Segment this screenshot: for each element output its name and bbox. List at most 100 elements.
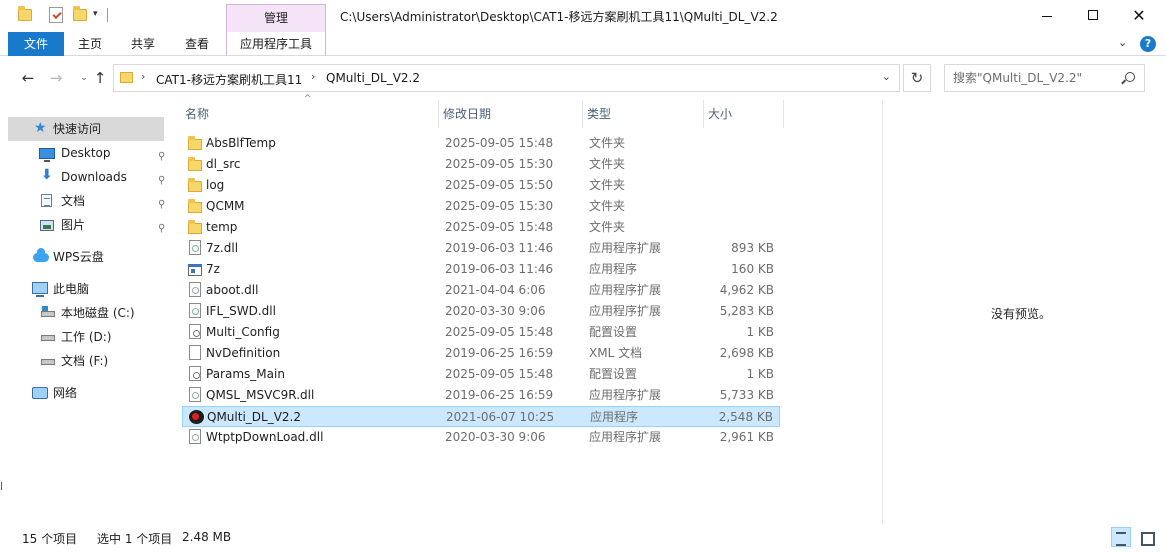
file-row[interactable]: dl_src 2025-09-05 15:30 文件夹 bbox=[182, 154, 780, 175]
sidebar-item-drive-d[interactable]: 工作 (D:) bbox=[8, 325, 164, 349]
search-box[interactable] bbox=[944, 64, 1145, 92]
maximize-button[interactable] bbox=[1070, 0, 1116, 32]
file-row[interactable]: NvDefinition 2019-06-25 16:59 XML 文档 2,698 … bbox=[182, 343, 780, 364]
details-view-icon[interactable] bbox=[1111, 527, 1131, 547]
help-icon[interactable]: ? bbox=[1140, 36, 1156, 52]
sidebar-item-desktop[interactable]: Desktop ⚲ bbox=[8, 141, 165, 165]
file-date: 2021-06-07 10:25 bbox=[446, 410, 555, 424]
properties-icon[interactable] bbox=[49, 7, 63, 23]
forward-button[interactable]: → bbox=[46, 69, 66, 87]
file-row[interactable]: AbsBlfTemp 2025-09-05 15:48 文件夹 bbox=[182, 133, 780, 154]
tab-home[interactable]: 主页 bbox=[72, 32, 108, 56]
cloud-icon bbox=[33, 248, 49, 262]
file-row[interactable]: 7z 2019-06-03 11:46 应用程序 160 KB bbox=[182, 259, 780, 280]
tab-file[interactable]: 文件 bbox=[8, 32, 64, 56]
refresh-button[interactable]: ↻ bbox=[903, 64, 931, 92]
file-name: log bbox=[206, 178, 225, 192]
tab-application-tools[interactable]: 应用程序工具 bbox=[226, 32, 326, 56]
context-tab-manage: 管理 bbox=[226, 4, 326, 32]
tab-view[interactable]: 查看 bbox=[176, 32, 218, 56]
sidebar-item-drive-c[interactable]: 本地磁盘 (C:) bbox=[8, 301, 164, 325]
large-icons-view-icon[interactable] bbox=[1136, 527, 1156, 547]
maximize-icon bbox=[1088, 10, 1098, 20]
address-bar[interactable]: › CAT1-移远方案刷机工具11 › QMulti_DL_V2.2 ⌄ bbox=[113, 64, 900, 92]
sidebar-item-this-pc[interactable]: 此电脑 bbox=[8, 277, 164, 301]
file-size: 2,961 KB bbox=[719, 430, 774, 444]
file-date: 2025-09-05 15:48 bbox=[445, 136, 554, 150]
search-input[interactable] bbox=[953, 70, 1118, 86]
breadcrumb-separator-icon[interactable]: › bbox=[311, 70, 315, 83]
config-file-icon bbox=[189, 366, 201, 381]
file-name: 7z.dll bbox=[206, 241, 239, 255]
folder-icon[interactable] bbox=[18, 6, 32, 21]
file-row[interactable]: temp 2025-09-05 15:48 文件夹 bbox=[182, 217, 780, 238]
search-icon[interactable] bbox=[1125, 72, 1135, 82]
file-type: 应用程序扩展 bbox=[589, 430, 662, 444]
pin-icon[interactable]: ⚲ bbox=[158, 217, 165, 241]
file-size: 5,733 KB bbox=[719, 388, 774, 402]
sidebar-item-quick-access[interactable]: ★ 快速访问 bbox=[8, 117, 164, 141]
file-row[interactable]: Multi_Config 2025-09-05 15:48 配置设置 1 KB bbox=[182, 322, 780, 343]
sidebar-item-network[interactable]: 网络 bbox=[8, 381, 164, 405]
up-button[interactable]: ↑ bbox=[90, 69, 110, 87]
file-row[interactable]: 7z.dll 2019-06-03 11:46 应用程序扩展 893 KB bbox=[182, 238, 780, 259]
file-date: 2025-09-05 15:48 bbox=[445, 220, 554, 234]
quick-access-dropdown-icon[interactable]: ▾ bbox=[93, 9, 98, 19]
sidebar-item-label: WPS云盘 bbox=[53, 250, 104, 264]
refresh-icon: ↻ bbox=[910, 69, 924, 87]
column-header-size[interactable]: 大小 bbox=[705, 100, 784, 128]
file-date: 2019-06-03 11:46 bbox=[445, 241, 554, 255]
column-header-type[interactable]: 类型 bbox=[584, 100, 704, 128]
file-type: 应用程序扩展 bbox=[589, 304, 662, 318]
file-date: 2019-06-03 11:46 bbox=[445, 262, 554, 276]
folder-icon bbox=[188, 136, 202, 150]
sidebar-item-documents[interactable]: 文档 ⚲ bbox=[8, 189, 165, 213]
file-size: 5,283 KB bbox=[719, 304, 774, 318]
back-button[interactable]: ← bbox=[18, 69, 38, 87]
status-item-count: 15 个项目 bbox=[22, 532, 78, 546]
folder-icon bbox=[188, 220, 202, 234]
file-row[interactable]: log 2025-09-05 15:50 文件夹 bbox=[182, 175, 780, 196]
breadcrumb-item[interactable]: QMulti_DL_V2.2 bbox=[326, 71, 420, 85]
file-name: QMSL_MSVC9R.dll bbox=[206, 388, 315, 402]
file-row[interactable]: QMulti_DL_V2.2 2021-06-07 10:25 应用程序 2,548 … bbox=[182, 406, 780, 427]
minimize-button[interactable] bbox=[1024, 0, 1070, 32]
file-name: 7z bbox=[206, 262, 220, 276]
file-size: 2,698 KB bbox=[719, 346, 774, 360]
file-name: WtptpDownLoad.dll bbox=[206, 430, 324, 444]
breadcrumb-item[interactable]: CAT1-移远方案刷机工具11 bbox=[156, 71, 302, 88]
file-date: 2021-04-04 6:06 bbox=[445, 283, 546, 297]
file-size: 160 KB bbox=[731, 262, 774, 276]
dll-icon bbox=[189, 240, 201, 255]
file-icon bbox=[189, 345, 201, 360]
toolbar-divider bbox=[107, 8, 108, 22]
close-button[interactable]: ✕ bbox=[1116, 0, 1162, 32]
sidebar-item-drive-f[interactable]: 文档 (F:) bbox=[8, 349, 164, 373]
file-row[interactable]: Params_Main 2025-09-05 15:48 配置设置 1 KB bbox=[182, 364, 780, 385]
tab-share[interactable]: 共享 bbox=[122, 32, 164, 56]
sidebar-item-label: 图片 bbox=[61, 218, 86, 232]
star-icon: ★ bbox=[34, 120, 47, 136]
sidebar-item-downloads[interactable]: ⬇ Downloads ⚲ bbox=[8, 165, 165, 189]
sidebar-item-wps-cloud[interactable]: WPS云盘 bbox=[8, 245, 164, 269]
file-row[interactable]: IFL_SWD.dll 2020-03-30 9:06 应用程序扩展 5,283 KB bbox=[182, 301, 780, 322]
column-header-name[interactable]: 名称 bbox=[182, 100, 439, 128]
ribbon-tabs: 文件 主页 共享 查看 应用程序工具 ⌄ ? bbox=[0, 32, 1166, 56]
file-type: 文件夹 bbox=[589, 178, 626, 192]
expand-ribbon-icon[interactable]: ⌄ bbox=[1118, 36, 1127, 49]
config-file-icon bbox=[189, 324, 201, 339]
breadcrumb-separator-icon[interactable]: › bbox=[141, 70, 145, 83]
file-row[interactable]: QCMM 2025-09-05 15:30 文件夹 bbox=[182, 196, 780, 217]
folder-icon bbox=[188, 199, 202, 213]
sidebar-item-label: 文档 bbox=[61, 194, 86, 208]
new-folder-icon[interactable] bbox=[73, 6, 87, 21]
address-history-dropdown-icon[interactable]: ⌄ bbox=[882, 70, 891, 83]
document-icon bbox=[41, 194, 52, 207]
file-size: 2,548 KB bbox=[718, 410, 773, 424]
column-header-date[interactable]: 修改日期 bbox=[440, 100, 583, 128]
dll-icon bbox=[189, 303, 201, 318]
file-row[interactable]: WtptpDownLoad.dll 2020-03-30 9:06 应用程序扩展 2,… bbox=[182, 427, 780, 448]
sidebar-item-pictures[interactable]: 图片 ⚲ bbox=[8, 213, 165, 237]
file-row[interactable]: QMSL_MSVC9R.dll 2019-06-25 16:59 应用程序扩展 5,7… bbox=[182, 385, 780, 406]
file-row[interactable]: aboot.dll 2021-04-04 6:06 应用程序扩展 4,962 KB bbox=[182, 280, 780, 301]
